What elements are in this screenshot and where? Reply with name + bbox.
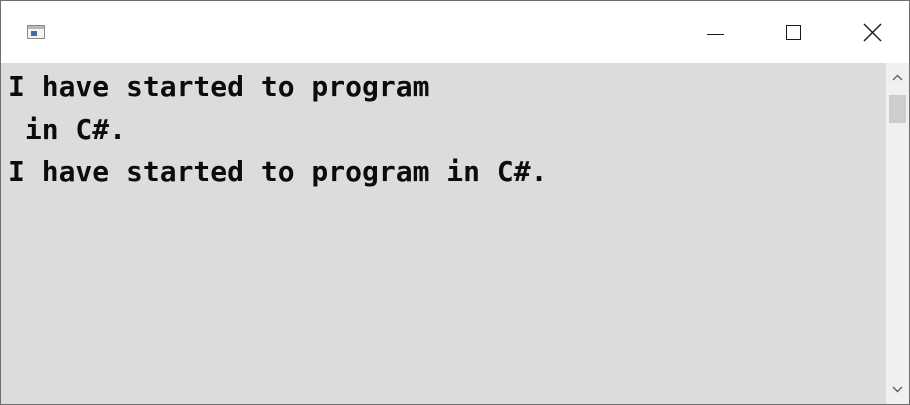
console-app-icon[interactable] [27, 25, 45, 39]
chevron-down-icon [892, 386, 903, 392]
scroll-up-button[interactable] [886, 67, 909, 87]
minimize-icon [707, 34, 724, 35]
app-icon-titlebar-mark [28, 26, 44, 29]
title-bar[interactable] [1, 1, 909, 63]
close-icon [863, 23, 882, 42]
console-window: I have started to program in C#. I have … [0, 0, 910, 405]
vertical-scrollbar[interactable] [886, 63, 909, 404]
maximize-button[interactable] [759, 1, 829, 63]
chevron-up-icon [892, 74, 903, 80]
console-line: in C#. [8, 113, 127, 146]
console-output[interactable]: I have started to program in C#. I have … [1, 63, 886, 404]
console-line: I have started to program [8, 70, 430, 103]
app-icon-body-mark [31, 31, 37, 36]
minimize-button[interactable] [681, 1, 751, 63]
scroll-down-button[interactable] [886, 379, 909, 399]
scroll-thumb[interactable] [889, 95, 906, 123]
close-button[interactable] [837, 1, 907, 63]
maximize-icon [786, 25, 801, 40]
console-line: I have started to program in C#. [8, 155, 548, 188]
